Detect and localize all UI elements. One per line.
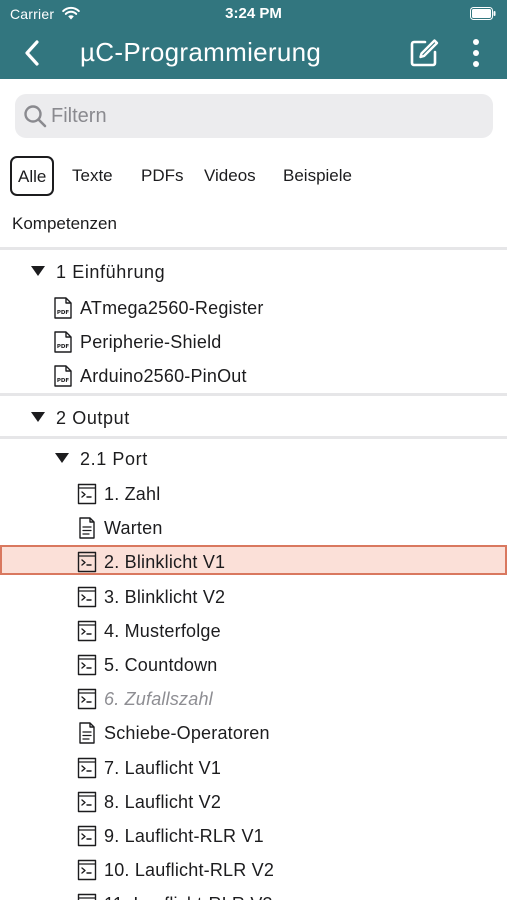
tree-item[interactable]: 6. Zufallszahl — [0, 682, 507, 716]
tree-item[interactable]: 11. Lauflicht-RLR V3 — [0, 887, 507, 900]
filter-chip-texte[interactable]: Texte — [72, 157, 113, 197]
tree-section-label: 1 Einführung — [56, 262, 166, 282]
terminal-icon — [77, 825, 97, 847]
tree-item-label: ATmega2560-Register — [80, 298, 264, 318]
filter-chip-videos[interactable]: Videos — [204, 157, 256, 197]
back-button[interactable] — [18, 38, 46, 68]
disclosure-triangle-icon — [31, 266, 45, 276]
divider — [0, 436, 507, 439]
filter-chip-pdfs[interactable]: PDFs — [141, 157, 184, 197]
tree-item-label: 3. Blinklicht V2 — [104, 587, 226, 607]
terminal-icon — [77, 859, 97, 881]
document-icon — [79, 722, 95, 744]
tree-section-1[interactable]: 1 Einführung — [0, 255, 507, 289]
edit-button[interactable] — [408, 37, 440, 69]
terminal-icon — [77, 654, 97, 676]
tree-item-label: 10. Lauflicht-RLR V2 — [104, 860, 275, 880]
filter-chip-alle[interactable]: Alle — [10, 156, 55, 196]
tree-section-label: 2.1 Port — [80, 449, 148, 469]
tree-item-label: Peripherie-Shield — [80, 332, 222, 352]
tree-item[interactable]: Warten — [0, 511, 507, 545]
tree-item[interactable]: 5. Countdown — [0, 648, 507, 682]
tree-item[interactable]: 2. Blinklicht V1 — [0, 545, 507, 575]
svg-text:PDF: PDF — [57, 310, 70, 316]
terminal-icon — [77, 688, 97, 710]
filter-search-bar — [15, 94, 493, 138]
tree-item[interactable]: Schiebe-Operatoren — [0, 716, 507, 750]
page-title: µC-Programmierung — [80, 37, 322, 67]
terminal-icon — [77, 483, 97, 505]
app-header: Carrier 3:24 PM µC-Programmierung — [0, 0, 507, 79]
tree-item-label: 7. Lauflicht V1 — [104, 758, 222, 778]
search-icon — [24, 105, 47, 128]
svg-text:PDF: PDF — [57, 344, 70, 350]
tree-item-label: 6. Zufallszahl — [104, 689, 213, 709]
filter-chip-kompetenzen[interactable]: Kompetenzen — [12, 205, 117, 245]
tree-item-label: 5. Countdown — [104, 655, 218, 675]
tree-subsection-2-1[interactable]: 2.1 Port — [0, 442, 507, 476]
pdf-icon: PDF — [54, 365, 72, 387]
tree-item[interactable]: 7. Lauflicht V1 — [0, 751, 507, 785]
divider — [0, 393, 507, 396]
tree-item-label: Schiebe-Operatoren — [104, 723, 270, 743]
terminal-icon — [77, 620, 97, 642]
tree-item[interactable]: PDF Arduino2560-PinOut — [0, 359, 507, 393]
tree-item-label: Arduino2560-PinOut — [80, 366, 247, 386]
tree-item-label: 11. Lauflicht-RLR V3 — [104, 893, 273, 900]
terminal-icon — [77, 757, 97, 779]
terminal-icon — [77, 791, 97, 813]
tree-item[interactable]: 4. Musterfolge — [0, 614, 507, 648]
tree-item-label: 9. Lauflicht-RLR V1 — [104, 826, 264, 846]
filter-chip-beispiele[interactable]: Beispiele — [283, 157, 352, 197]
tree-section-label: 2 Output — [56, 408, 130, 428]
terminal-icon — [77, 551, 97, 573]
tree-item[interactable]: PDF ATmega2560-Register — [0, 291, 507, 325]
chevron-left-icon — [25, 40, 39, 66]
tree-item[interactable]: 9. Lauflicht-RLR V1 — [0, 819, 507, 853]
svg-text:PDF: PDF — [57, 378, 70, 384]
pdf-icon: PDF — [54, 297, 72, 319]
disclosure-triangle-icon — [55, 453, 69, 463]
tree-item[interactable]: PDF Peripherie-Shield — [0, 325, 507, 359]
terminal-icon — [77, 893, 97, 900]
tree-item[interactable]: 3. Blinklicht V2 — [0, 580, 507, 614]
tree-item[interactable]: 1. Zahl — [0, 477, 507, 511]
tree-item[interactable]: 8. Lauflicht V2 — [0, 785, 507, 819]
tree-item[interactable]: 10. Lauflicht-RLR V2 — [0, 853, 507, 887]
tree-item-label: 8. Lauflicht V2 — [104, 792, 222, 812]
tree-item-label: 1. Zahl — [104, 484, 161, 504]
tree-item-label: 4. Musterfolge — [104, 621, 221, 641]
tree-item-label: 2. Blinklicht V1 — [104, 552, 226, 572]
document-icon — [79, 517, 95, 539]
divider — [0, 247, 507, 250]
tree-section-2[interactable]: 2 Output — [0, 401, 507, 435]
status-time: 3:24 PM — [225, 5, 282, 22]
tree-item-label: Warten — [104, 518, 163, 538]
more-menu-button[interactable] — [466, 37, 486, 69]
battery-icon — [470, 7, 496, 20]
search-input[interactable] — [51, 94, 481, 138]
pdf-icon: PDF — [54, 331, 72, 353]
terminal-icon — [77, 586, 97, 608]
disclosure-triangle-icon — [31, 412, 45, 422]
status-bar: Carrier 3:24 PM — [0, 0, 507, 30]
